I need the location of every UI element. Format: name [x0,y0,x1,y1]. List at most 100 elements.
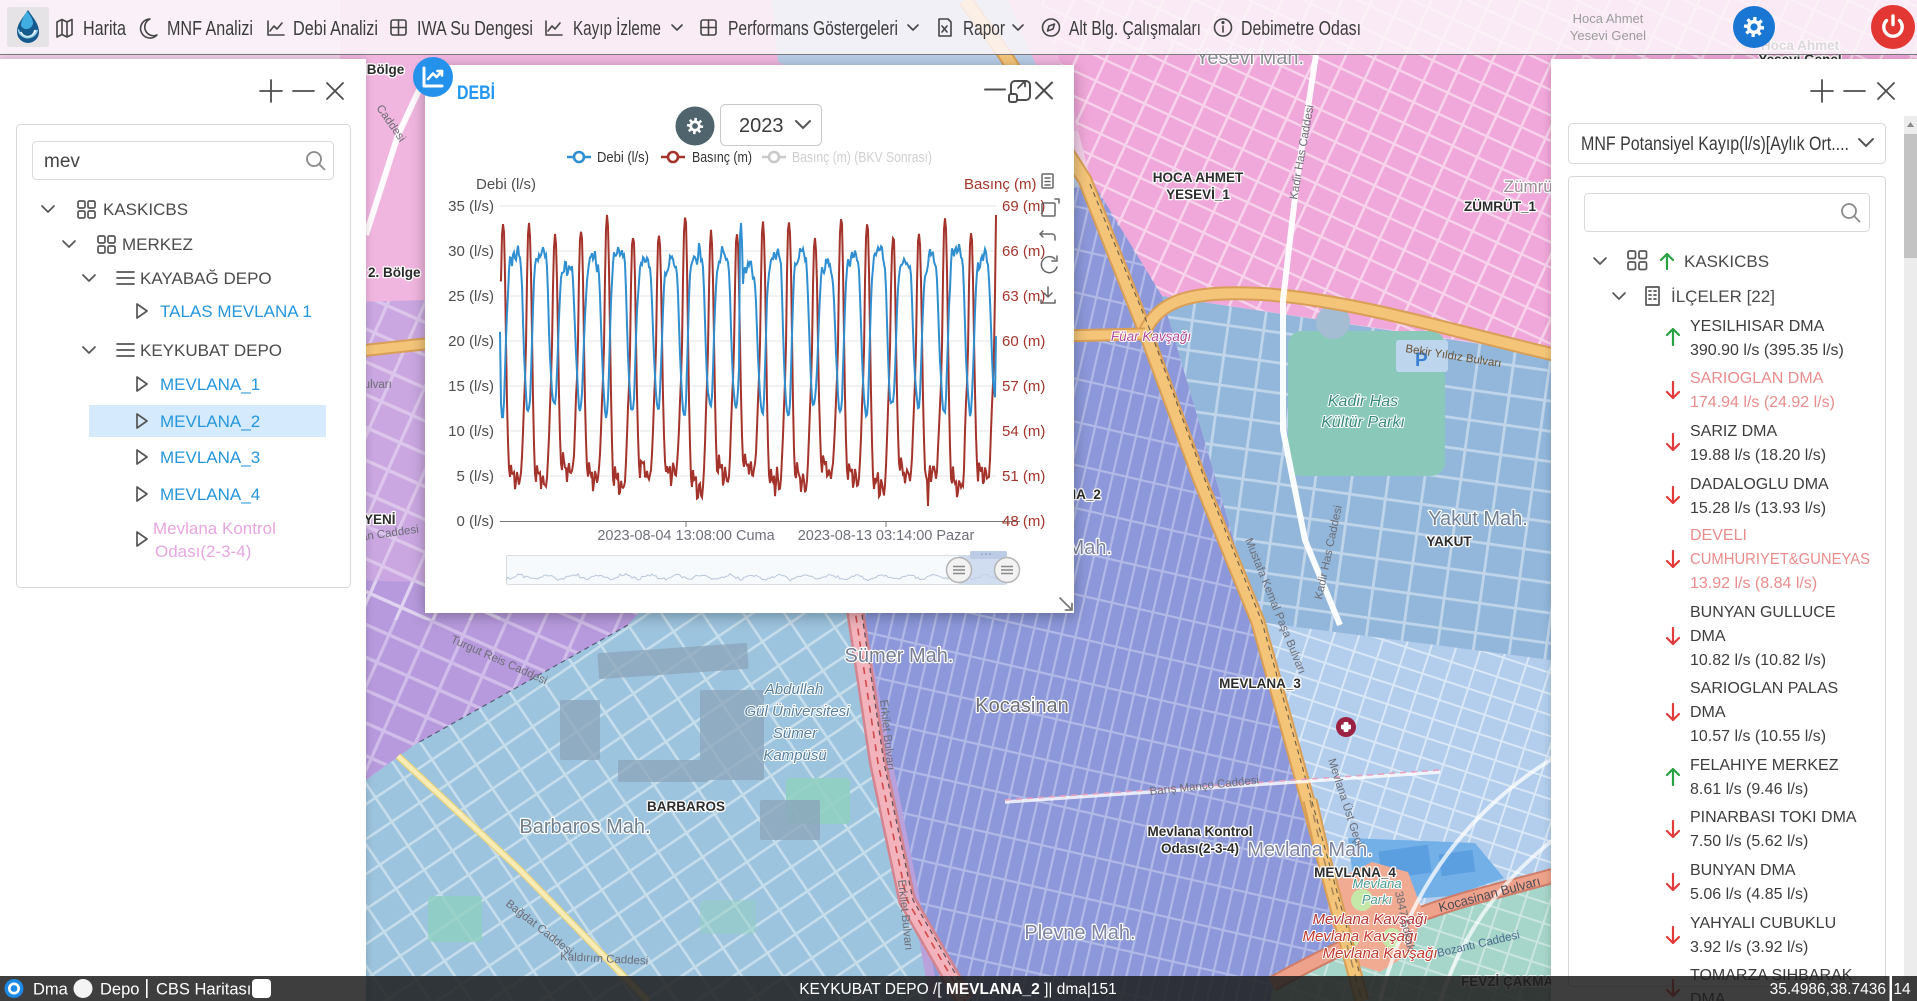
svg-text:8.61 l/s (9.46 l/s): 8.61 l/s (9.46 l/s) [1690,781,1808,798]
svg-text:DMA: DMA [1690,628,1726,645]
svg-text:FELAHIYE MERKEZ: FELAHIYE MERKEZ [1690,757,1839,774]
svg-text:174.94 l/s (24.92 l/s): 174.94 l/s (24.92 l/s) [1690,394,1835,411]
svg-text:CUMHURIYET&GUNEYAS: CUMHURIYET&GUNEYAS [1690,551,1870,568]
svg-text:MNF Analizi: MNF Analizi [167,18,253,40]
svg-text:63 (m): 63 (m) [1002,288,1045,305]
svg-text:Odası(2-3-4): Odası(2-3-4) [155,542,251,561]
svg-text:MEVLANA_1: MEVLANA_1 [160,375,260,394]
svg-text:10.82 l/s (10.82 l/s): 10.82 l/s (10.82 l/s) [1690,652,1826,669]
svg-text:3.92 l/s (3.92 l/s): 3.92 l/s (3.92 l/s) [1690,939,1808,956]
svg-text:14: 14 [1893,981,1911,998]
svg-text:Performans Göstergeleri: Performans Göstergeleri [728,18,898,40]
svg-text:Dma: Dma [33,981,69,999]
svg-text:Kadir Has: Kadir Has [1328,393,1398,410]
svg-text:Odası(2-3-4): Odası(2-3-4) [1161,841,1239,856]
svg-text:TALAS MEVLANA 1: TALAS MEVLANA 1 [160,302,312,321]
svg-text:Mevlana: Mevlana [1352,876,1401,891]
svg-text:Hoca Ahmet: Hoca Ahmet [1573,11,1644,26]
svg-text:2023: 2023 [739,115,784,137]
svg-text:13.92 l/s (8.84 l/s): 13.92 l/s (8.84 l/s) [1690,575,1817,592]
svg-text:SARIZ DMA: SARIZ DMA [1690,423,1777,440]
svg-text:30 (l/s): 30 (l/s) [448,243,494,260]
svg-text:YESILHISAR DMA: YESILHISAR DMA [1690,318,1825,335]
svg-text:PINARBASI TOKI DMA: PINARBASI TOKI DMA [1690,809,1857,826]
svg-text:35 (l/s): 35 (l/s) [448,198,494,215]
svg-text:Sümer: Sümer [773,725,818,742]
svg-text:SARIOGLAN PALAS: SARIOGLAN PALAS [1690,680,1838,697]
svg-text:5.06 l/s (4.85 l/s): 5.06 l/s (4.85 l/s) [1690,886,1808,903]
svg-text:0 (l/s): 0 (l/s) [457,513,495,530]
svg-text:390.90 l/s (395.35 l/s): 390.90 l/s (395.35 l/s) [1690,342,1844,359]
svg-text:54 (m): 54 (m) [1002,423,1045,440]
svg-text:ZÜMRÜT_1: ZÜMRÜT_1 [1464,199,1536,214]
svg-text:MEVLANA_4: MEVLANA_4 [160,485,260,504]
svg-text:YESEVİ_1: YESEVİ_1 [1166,187,1230,202]
svg-text:MEVLANA_2: MEVLANA_2 [160,412,260,431]
svg-text:Kampüsü: Kampüsü [763,747,827,764]
svg-text:10.57 l/s (10.55 l/s): 10.57 l/s (10.55 l/s) [1690,728,1826,745]
svg-text:Abdullah: Abdullah [764,681,823,698]
svg-text:Kültür Parkı: Kültür Parkı [1321,414,1405,431]
svg-text:15.28 l/s (13.93 l/s): 15.28 l/s (13.93 l/s) [1690,500,1826,517]
svg-text:KEYKUBAT DEPO /[ MEVLANA_2 ]|: KEYKUBAT DEPO /[ MEVLANA_2 ]| dma|151 [799,981,1117,998]
svg-text:2023-08-04 13:08:00 Cuma: 2023-08-04 13:08:00 Cuma [597,528,775,544]
svg-text:Plevne Mah.: Plevne Mah. [1024,922,1135,944]
svg-text:20 (l/s): 20 (l/s) [448,333,494,350]
svg-text:mev: mev [44,151,80,172]
svg-text:15 (l/s): 15 (l/s) [448,378,494,395]
svg-text:66 (m): 66 (m) [1002,243,1045,260]
svg-text:BUNYAN DMA: BUNYAN DMA [1690,862,1796,879]
svg-text:Depo: Depo [100,981,139,999]
svg-text:25 (l/s): 25 (l/s) [448,288,494,305]
svg-text:MEVLANA_3: MEVLANA_3 [1219,676,1301,691]
svg-text:KASKICBS: KASKICBS [1684,252,1769,271]
svg-text:69 (m): 69 (m) [1002,198,1045,215]
svg-text:CBS Haritası: CBS Haritası [156,981,251,999]
svg-text:MERKEZ: MERKEZ [122,235,193,254]
svg-text:Basınç (m): Basınç (m) [964,176,1037,193]
svg-text:DADALOGLU DMA: DADALOGLU DMA [1690,476,1829,493]
svg-text:Mevlana Kontrol: Mevlana Kontrol [1147,824,1252,839]
svg-text:19.88 l/s (18.20 l/s): 19.88 l/s (18.20 l/s) [1690,447,1826,464]
svg-text:KASKICBS: KASKICBS [103,200,188,219]
svg-text:Mevlana Kontrol: Mevlana Kontrol [153,519,276,538]
svg-text:Yesevi Genel: Yesevi Genel [1570,28,1646,43]
svg-text:SARIOGLAN DMA: SARIOGLAN DMA [1690,370,1824,387]
svg-text:DEVELI: DEVELI [1690,527,1747,544]
svg-text:YAHYALI CUBUKLU: YAHYALI CUBUKLU [1690,915,1836,932]
svg-text:Kayıp İzleme: Kayıp İzleme [573,17,661,40]
svg-text:Debi Analizi: Debi Analizi [293,18,378,40]
svg-text:HOCA AHMET: HOCA AHMET [1153,170,1244,185]
svg-text:DEBİ: DEBİ [457,81,495,104]
svg-text:Basınç (m) (BKV Sonrası): Basınç (m) (BKV Sonrası) [792,149,932,166]
svg-text:YENİ: YENİ [364,512,396,527]
svg-text:Rapor: Rapor [963,18,1005,40]
svg-text:57 (m): 57 (m) [1002,378,1045,395]
svg-text:10 (l/s): 10 (l/s) [448,423,494,440]
svg-text:48 (m): 48 (m) [1002,513,1045,530]
svg-text:Füar Kavşağı: Füar Kavşağı [1111,329,1192,344]
svg-text:Barbaros Mah.: Barbaros Mah. [519,816,650,838]
svg-text:YAKUT: YAKUT [1426,534,1472,549]
svg-text:2023-08-13 03:14:00 Pazar: 2023-08-13 03:14:00 Pazar [798,528,975,544]
svg-text:Alt Blg. Çalışmaları: Alt Blg. Çalışmaları [1069,18,1201,40]
svg-text:Basınç (m): Basınç (m) [692,149,752,166]
svg-text:35.4986,38.7436: 35.4986,38.7436 [1770,981,1886,998]
svg-text:60 (m): 60 (m) [1002,333,1045,350]
svg-text:DMA: DMA [1690,704,1726,721]
svg-text:MEVLANA_3: MEVLANA_3 [160,448,260,467]
svg-text:KAYABAĞ DEPO: KAYABAĞ DEPO [140,269,272,288]
svg-text:Gül Üniversitesi: Gül Üniversitesi [744,702,850,720]
svg-text:Kocasinan: Kocasinan [975,695,1068,717]
svg-text:KEYKUBAT DEPO: KEYKUBAT DEPO [140,341,282,360]
svg-text:2. Bölge: 2. Bölge [368,265,421,280]
svg-text:BUNYAN GULLUCE: BUNYAN GULLUCE [1690,604,1836,621]
svg-text:Harita: Harita [83,18,127,40]
svg-text:7.50 l/s (5.62 l/s): 7.50 l/s (5.62 l/s) [1690,833,1808,850]
svg-text:Parkı: Parkı [1362,892,1393,907]
svg-text:Debimetre Odası: Debimetre Odası [1241,18,1361,40]
svg-text:5 (l/s): 5 (l/s) [457,468,495,485]
svg-text:Debi (l/s): Debi (l/s) [597,149,649,166]
svg-text:IWA Su Dengesi: IWA Su Dengesi [417,18,533,40]
svg-text:Sümer Mah.: Sümer Mah. [845,645,954,667]
